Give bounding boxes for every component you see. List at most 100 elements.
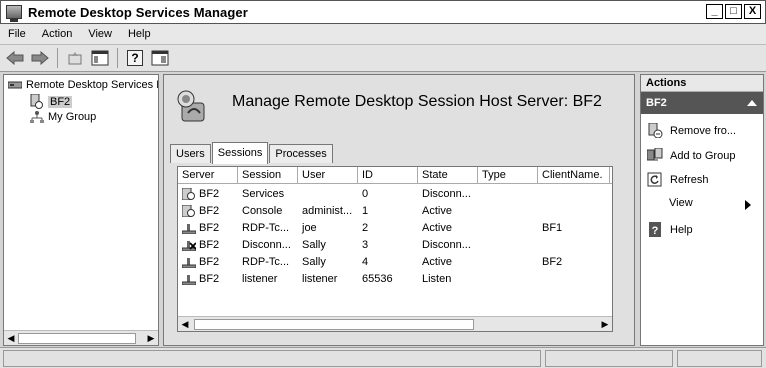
server-console-icon xyxy=(182,187,195,200)
table-row[interactable]: BF2 RDP-Tc... joe 2 Active BF1 xyxy=(178,219,610,236)
cell-text: 1 xyxy=(362,204,369,217)
scroll-thumb[interactable] xyxy=(194,318,474,330)
show-hide-tree-button[interactable] xyxy=(89,47,111,69)
cell-server: BF2 xyxy=(178,187,238,200)
cell-user: administ... xyxy=(298,205,358,217)
cell-text: 0 xyxy=(362,187,369,200)
up-folder-icon xyxy=(68,52,82,65)
toolbar-separator xyxy=(117,48,118,68)
menu-view[interactable]: View xyxy=(80,28,120,40)
console-tree: Remote Desktop Services M BF2 My Group ◀… xyxy=(3,74,159,346)
action-help[interactable]: ? Help xyxy=(647,222,693,237)
scroll-left-icon[interactable]: ◀ xyxy=(178,318,192,331)
cell-id: 65536 xyxy=(358,273,418,285)
cell-server: BF2 xyxy=(178,222,238,234)
maximize-button[interactable]: □ xyxy=(725,4,742,19)
close-button[interactable]: X xyxy=(744,4,761,19)
column-header-user[interactable]: User xyxy=(298,167,358,183)
cell-text: 3 xyxy=(362,238,369,251)
toolbar: ? xyxy=(0,45,766,72)
help-button[interactable]: ? xyxy=(124,47,146,69)
list-header: Server Session User ID State Type Client… xyxy=(178,167,612,184)
forward-button[interactable] xyxy=(29,47,51,69)
cell-state: Listen xyxy=(418,273,478,285)
cell-text: Disconn... xyxy=(422,187,471,200)
scroll-right-icon[interactable]: ▶ xyxy=(598,318,612,331)
tab-users[interactable]: Users xyxy=(170,144,211,163)
main-content-pane: Manage Remote Desktop Session Host Serve… xyxy=(163,74,635,346)
cell-text: BF2 xyxy=(199,272,220,285)
cell-user: joe xyxy=(298,222,358,234)
cell-text: listener xyxy=(302,272,338,285)
help-icon: ? xyxy=(649,222,661,237)
disconnected-session-icon xyxy=(182,240,196,251)
show-hide-action-pane-button[interactable] xyxy=(149,47,171,69)
cell-state: Active xyxy=(418,222,478,234)
minimize-button[interactable]: _ xyxy=(706,4,723,19)
action-label: Help xyxy=(670,223,693,236)
cell-text: Active xyxy=(422,255,452,268)
table-row[interactable]: BF2 RDP-Tc... Sally 4 Active BF2 xyxy=(178,253,610,270)
menu-help[interactable]: Help xyxy=(120,28,159,40)
cell-text: BF2 xyxy=(199,238,220,251)
action-label: View xyxy=(669,197,693,209)
up-level-button[interactable] xyxy=(64,47,86,69)
list-horizontal-scrollbar[interactable]: ◀ ▶ xyxy=(178,316,612,331)
action-label: Add to Group xyxy=(670,149,736,162)
title-bar: Remote Desktop Services Manager _ □ X xyxy=(0,0,766,24)
column-header-type[interactable]: Type xyxy=(478,167,538,183)
cell-text: BF2 xyxy=(542,255,563,268)
scroll-right-icon[interactable]: ▶ xyxy=(144,332,158,345)
cell-user: listener xyxy=(298,273,358,285)
scroll-thumb[interactable] xyxy=(18,332,136,344)
action-remove-from-group[interactable]: Remove fro... xyxy=(647,123,736,138)
tree-item-root[interactable]: Remote Desktop Services M xyxy=(8,79,158,91)
cell-text: 2 xyxy=(362,221,369,234)
cell-text: RDP-Tc... xyxy=(242,255,290,268)
column-header-session[interactable]: Session xyxy=(238,167,298,183)
action-refresh[interactable]: Refresh xyxy=(647,172,709,187)
column-header-client-name[interactable]: ClientName. xyxy=(538,167,610,183)
tree-horizontal-scrollbar[interactable]: ◀ ▶ xyxy=(4,330,158,345)
cell-server: BF2 xyxy=(178,239,238,251)
table-row[interactable]: BF2 Services 0 Disconn... xyxy=(178,185,610,202)
tree-item-server[interactable]: BF2 xyxy=(30,94,73,109)
help-icon: ? xyxy=(127,50,143,66)
refresh-icon xyxy=(647,172,662,187)
server-icon xyxy=(30,94,43,109)
cell-server: BF2 xyxy=(178,273,238,285)
action-view[interactable]: View xyxy=(669,197,757,210)
cell-client: BF1 xyxy=(538,222,610,234)
listener-icon xyxy=(182,274,196,285)
menu-action[interactable]: Action xyxy=(34,28,81,40)
back-button[interactable] xyxy=(4,47,26,69)
svg-text:?: ? xyxy=(652,225,659,237)
action-add-to-group[interactable]: Add to Group xyxy=(647,148,735,163)
cell-text: joe xyxy=(302,221,317,234)
actions-section-header[interactable]: BF2 xyxy=(641,92,763,114)
server-console-icon xyxy=(182,204,195,217)
cell-text: RDP-Tc... xyxy=(242,221,290,234)
tab-processes[interactable]: Processes xyxy=(269,144,333,163)
scroll-left-icon[interactable]: ◀ xyxy=(4,332,18,345)
session-host-server-icon xyxy=(177,90,205,122)
tab-sessions[interactable]: Sessions xyxy=(211,142,269,164)
cell-text: Active xyxy=(422,204,452,217)
table-row[interactable]: BF2 Disconn... Sally 3 Disconn... xyxy=(178,236,610,253)
column-header-id[interactable]: ID xyxy=(358,167,418,183)
add-to-group-icon xyxy=(647,148,663,161)
cell-text: 4 xyxy=(362,255,369,268)
cell-server: BF2 xyxy=(178,204,238,217)
collapse-up-icon[interactable] xyxy=(747,100,757,106)
cell-text: Sally xyxy=(302,238,326,251)
menu-file[interactable]: File xyxy=(0,28,34,40)
network-session-icon xyxy=(182,223,196,234)
column-header-state[interactable]: State xyxy=(418,167,478,183)
tree-item-group[interactable]: My Group xyxy=(30,111,96,123)
status-segment xyxy=(677,350,762,367)
table-row[interactable]: BF2 listener listener 65536 Listen xyxy=(178,270,610,287)
table-row[interactable]: BF2 Console administ... 1 Active xyxy=(178,202,610,219)
cell-text: 65536 xyxy=(362,272,393,285)
column-header-server[interactable]: Server xyxy=(178,167,238,183)
cell-state: Disconn... xyxy=(418,239,478,251)
